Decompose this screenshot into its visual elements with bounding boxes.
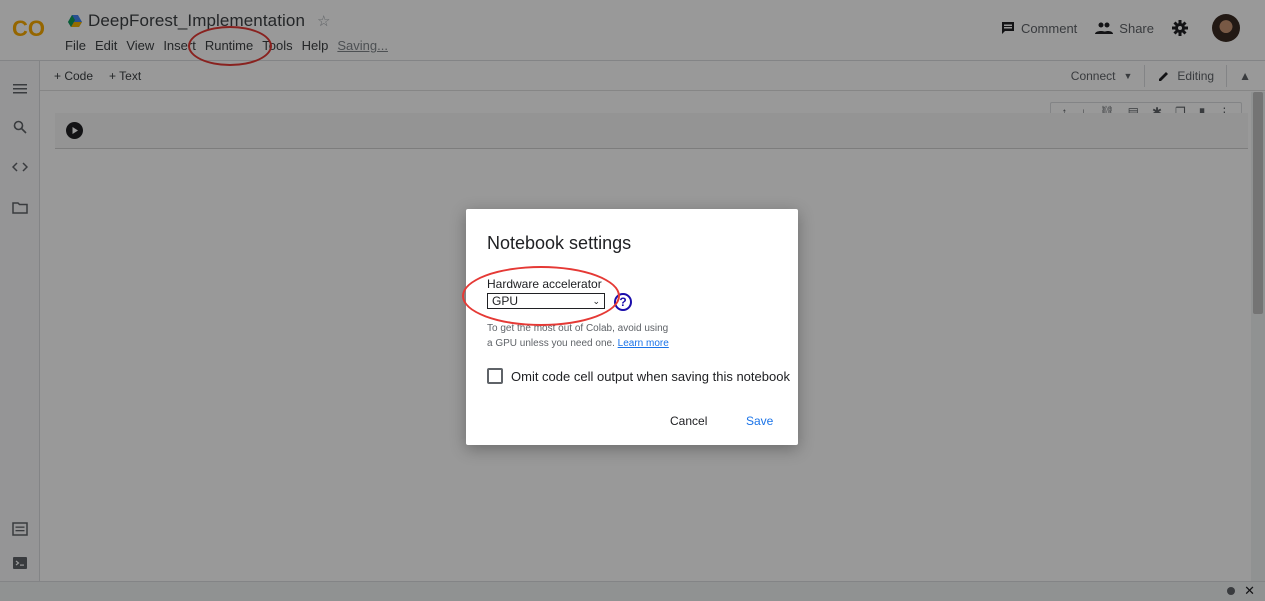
chevron-down-icon: ⌄ (592, 295, 600, 306)
omit-output-label: Omit code cell output when saving this n… (511, 368, 790, 384)
cancel-button[interactable]: Cancel (670, 414, 707, 428)
omit-output-checkbox[interactable] (487, 368, 503, 384)
gpu-hint: To get the most out of Colab, avoid usin… (487, 321, 669, 351)
help-icon[interactable]: ? (614, 293, 632, 311)
omit-output-option[interactable]: Omit code cell output when saving this n… (487, 368, 790, 384)
save-button[interactable]: Save (746, 414, 773, 428)
learn-more-link[interactable]: Learn more (618, 338, 669, 349)
notebook-settings-dialog: Notebook settings Hardware accelerator G… (466, 209, 798, 445)
hint-line-2: a GPU unless you need one. (487, 338, 615, 349)
hardware-accelerator-label: Hardware accelerator (487, 277, 602, 291)
hint-line-2-row: a GPU unless you need one. Learn more (487, 336, 669, 351)
hardware-accelerator-value: GPU (492, 294, 519, 308)
hint-line-1: To get the most out of Colab, avoid usin… (487, 323, 669, 334)
hardware-accelerator-select[interactable]: GPU ⌄ (487, 293, 605, 309)
dialog-title: Notebook settings (487, 233, 632, 253)
